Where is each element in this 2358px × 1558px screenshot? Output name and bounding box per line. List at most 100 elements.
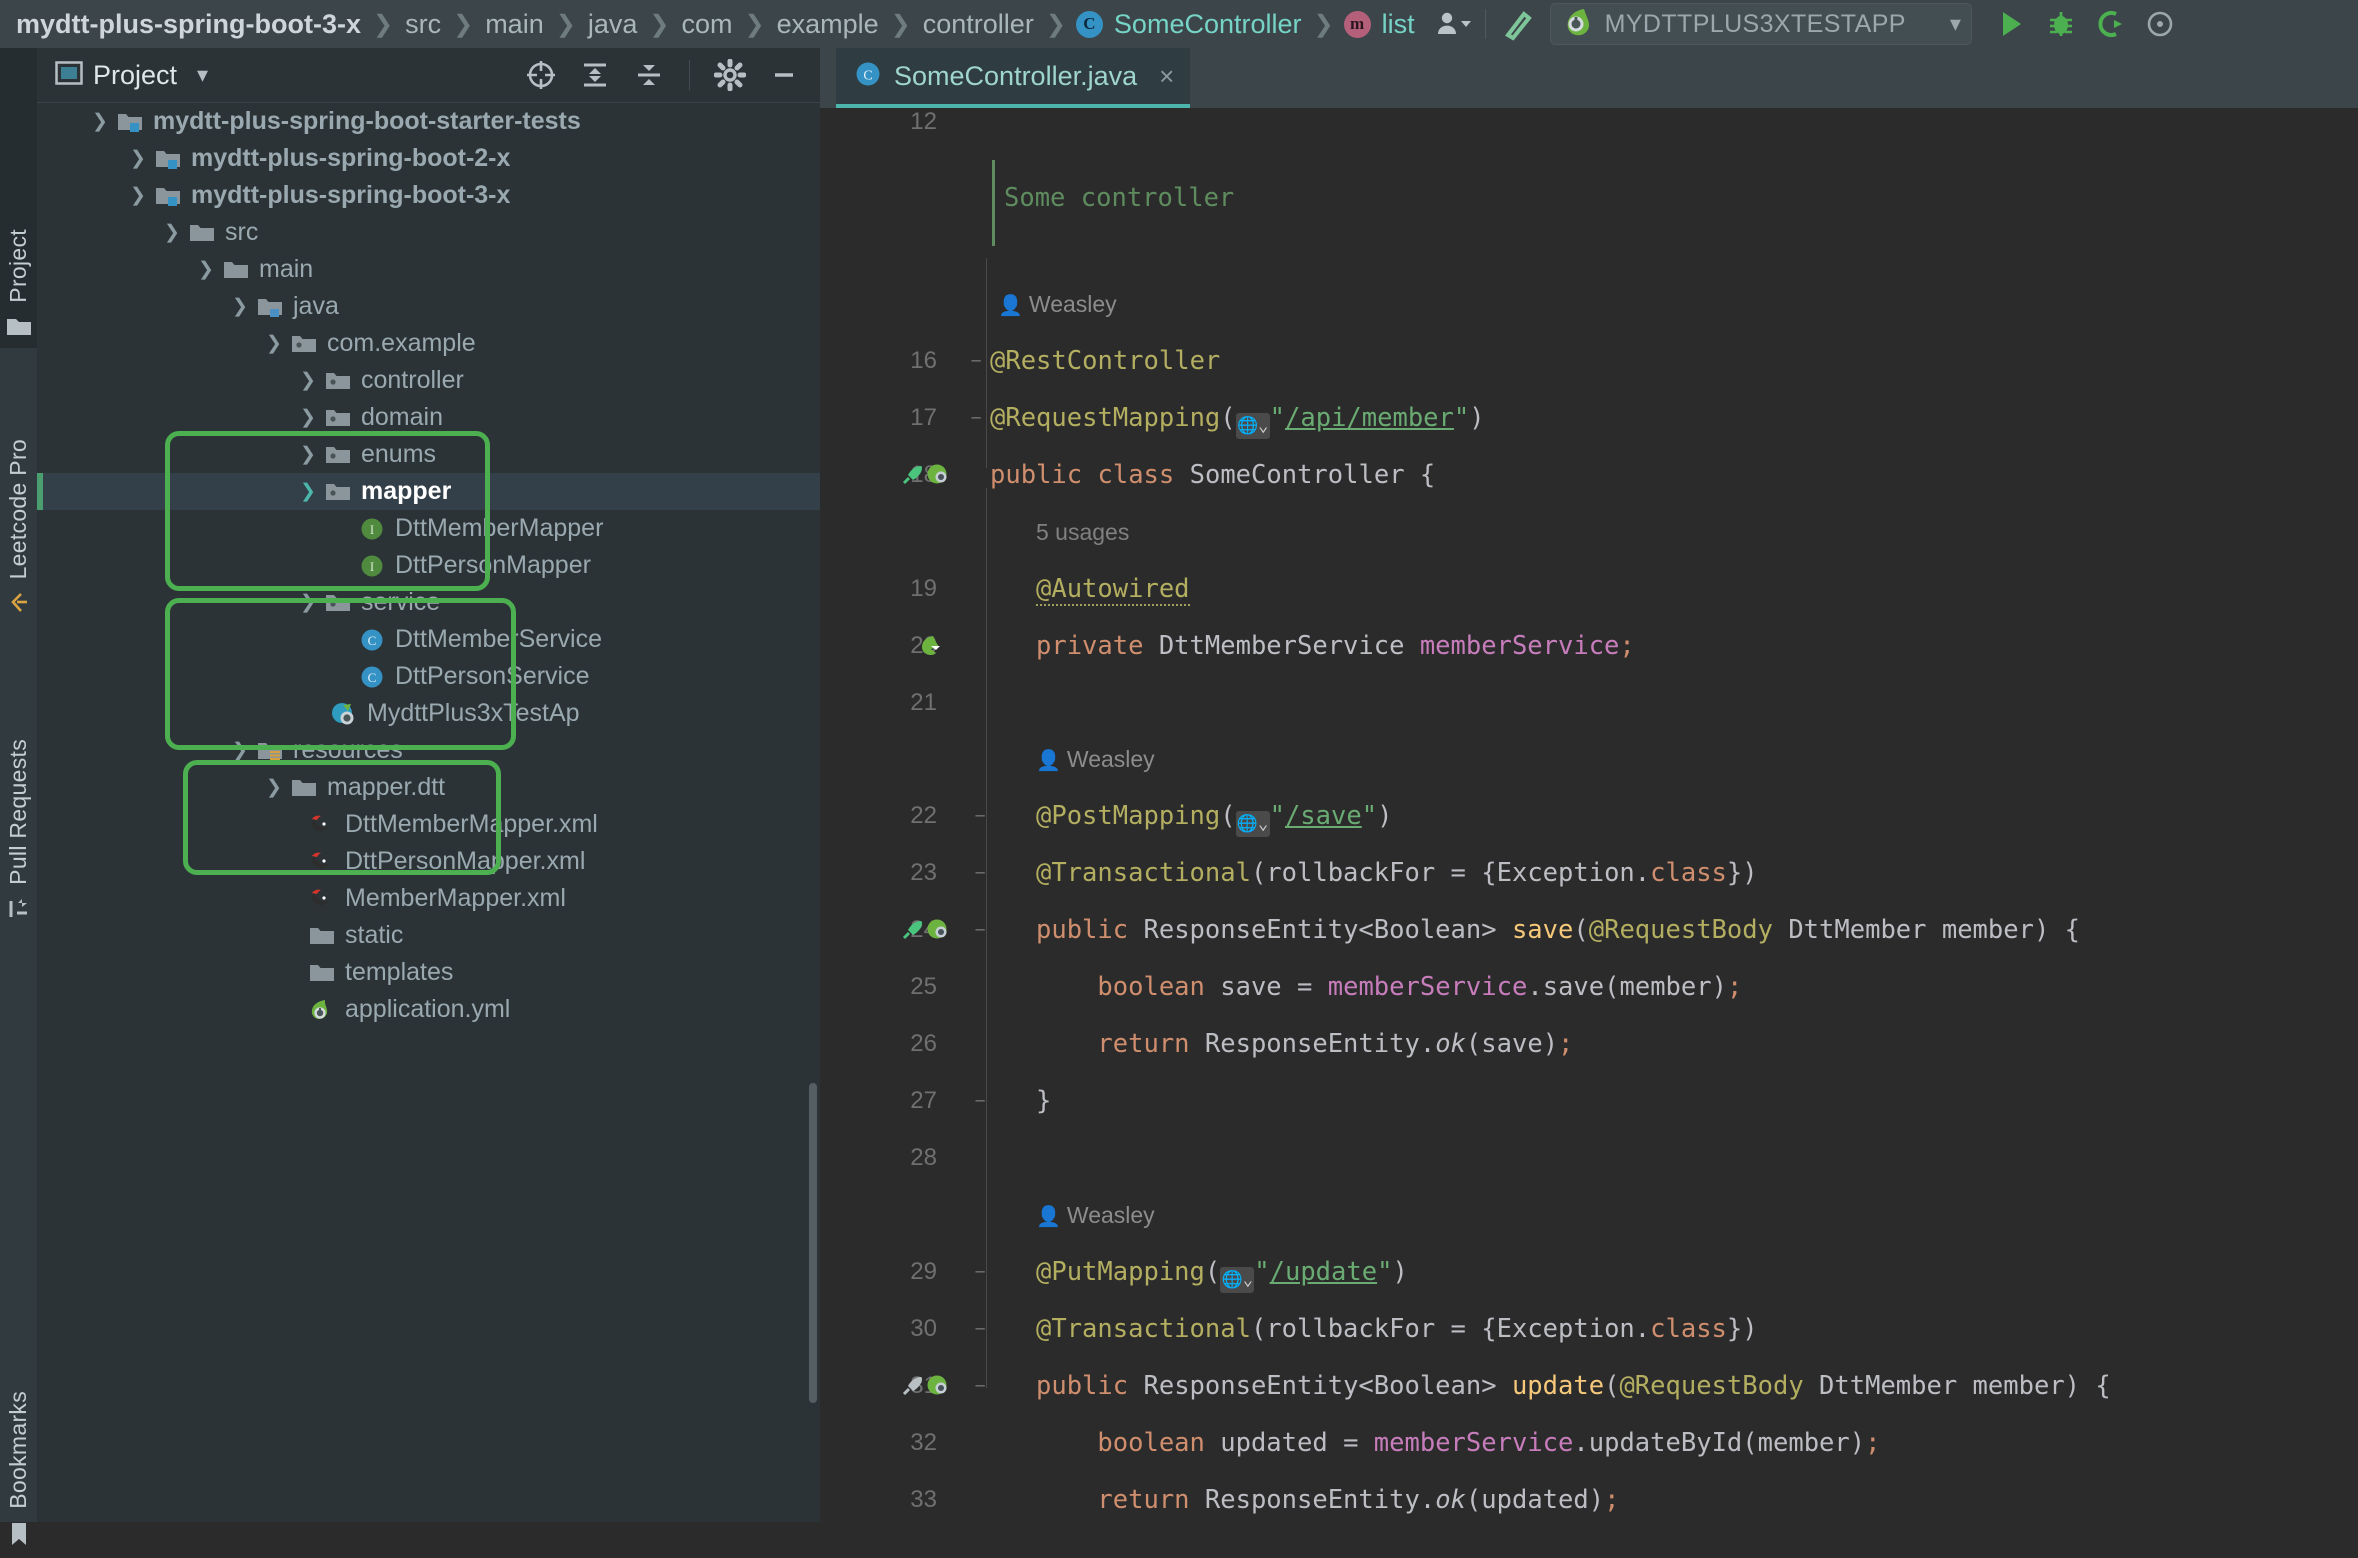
chevron-down-icon[interactable]: ❯	[193, 258, 219, 281]
chevron-down-icon[interactable]: ❯	[227, 739, 253, 762]
tree-node-dttpersonmapper-xml[interactable]: DttPersonMapper.xml	[37, 843, 820, 880]
breadcrumb-item-controller[interactable]: controller	[921, 9, 1036, 40]
chevron-down-icon[interactable]: ▾	[197, 62, 208, 88]
tree-node-application-yml[interactable]: application.yml	[37, 991, 820, 1028]
run-gutter-icon[interactable]	[900, 918, 926, 942]
folder-icon	[287, 777, 321, 799]
chevron-down-icon[interactable]: ❯	[87, 110, 113, 133]
collapse-all-icon[interactable]	[627, 53, 671, 97]
hide-panel-icon[interactable]	[762, 53, 806, 97]
spring-bean-gutter-icon[interactable]	[925, 918, 951, 942]
code-author-annotation: 👤Weasley	[998, 290, 1117, 318]
user-dropdown-icon[interactable]	[1435, 0, 1471, 48]
breadcrumb-item-class[interactable]: SomeController	[1112, 9, 1304, 40]
fold-toggle-icon[interactable]: ─	[970, 1319, 990, 1339]
fold-toggle-icon[interactable]: ─	[970, 863, 990, 883]
java-class-icon: C	[1076, 11, 1103, 38]
breadcrumb-item-src[interactable]: src	[403, 9, 443, 40]
breadcrumb-item-example[interactable]: example	[775, 9, 881, 40]
chevron-down-icon[interactable]: ❯	[227, 295, 253, 318]
tree-node-service[interactable]: ❯ service	[37, 584, 820, 621]
sidebar-item-leetcode-pro[interactable]: Leetcode Pro	[0, 354, 37, 626]
tree-node-dttmemberservice[interactable]: C DttMemberService	[37, 621, 820, 658]
fold-toggle-icon[interactable]: ─	[970, 920, 990, 940]
tree-node-dttmembermapper[interactable]: I DttMemberMapper	[37, 510, 820, 547]
run-play-icon[interactable]	[1986, 0, 2036, 48]
run-configuration-selector[interactable]: MYDTTPLUS3XTESTAPP ▾	[1550, 3, 1972, 45]
fold-toggle-icon[interactable]: ─	[970, 1091, 990, 1111]
tree-node-dttpersonmapper[interactable]: I DttPersonMapper	[37, 547, 820, 584]
chevron-down-icon[interactable]: ▾	[1918, 11, 1961, 37]
breadcrumb-item-method[interactable]: list	[1380, 9, 1417, 40]
spring-bean-gutter-icon[interactable]	[925, 1374, 951, 1398]
tab-somecontroller-java[interactable]: C SomeController.java ×	[836, 48, 1190, 108]
run-gutter-icon[interactable]	[900, 463, 926, 487]
tree-node-resources[interactable]: ❯ resources	[37, 732, 820, 769]
chevron-down-icon[interactable]: ❯	[261, 332, 287, 355]
close-icon[interactable]: ×	[1159, 61, 1174, 92]
debug-bug-icon[interactable]	[2036, 0, 2086, 48]
chevron-right-icon[interactable]: ❯	[295, 369, 321, 392]
tree-node-dttpersonservice[interactable]: C DttPersonService	[37, 658, 820, 695]
tree-node-mapper-dtt[interactable]: ❯ mapper.dtt	[37, 769, 820, 806]
spring-bean-gutter-icon[interactable]	[925, 463, 951, 487]
code-line-23: @Transactional(rollbackFor = {Exception.…	[1036, 859, 1758, 887]
breadcrumb-separator-icon: ❯	[649, 10, 669, 39]
breadcrumb-separator-icon: ❯	[1046, 10, 1066, 39]
fold-toggle-icon[interactable]: ─	[970, 806, 990, 826]
tree-node-com-example[interactable]: ❯ com.example	[37, 325, 820, 362]
breadcrumb-item-java[interactable]: java	[586, 9, 640, 40]
tree-node-label: MydttPlus3xTestAp	[367, 699, 580, 728]
code-line-16: @RestController	[990, 347, 1220, 375]
tree-node-controller[interactable]: ❯ controller	[37, 362, 820, 399]
code-line-30: @Transactional(rollbackFor = {Exception.…	[1036, 1315, 1758, 1343]
tree-node-module-root[interactable]: ❯ mydtt-plus-spring-boot-starter-tests	[37, 103, 820, 140]
tree-node-label: DttPersonService	[395, 662, 590, 691]
chevron-down-icon[interactable]: ❯	[125, 184, 151, 207]
tree-node-label: static	[345, 921, 403, 950]
spring-bean-gutter-icon[interactable]	[918, 634, 944, 658]
sidebar-item-pull-requests[interactable]: Pull Requests	[0, 632, 37, 932]
breadcrumb-item-main[interactable]: main	[483, 9, 546, 40]
tree-node-src[interactable]: ❯ src	[37, 214, 820, 251]
build-hammer-icon[interactable]	[1500, 0, 1536, 48]
tree-node-domain[interactable]: ❯ domain	[37, 399, 820, 436]
chevron-down-icon[interactable]: ❯	[261, 776, 287, 799]
more-options-icon[interactable]	[2136, 0, 2184, 48]
fold-toggle-icon[interactable]: ─	[966, 408, 986, 428]
run-with-coverage-icon[interactable]	[2086, 0, 2136, 48]
project-tree-scrollbar[interactable]	[809, 1083, 817, 1403]
chevron-right-icon[interactable]: ❯	[125, 147, 151, 170]
tree-node-enums[interactable]: ❯ enums	[37, 436, 820, 473]
fold-toggle-icon[interactable]: ─	[966, 351, 986, 371]
tree-node-static[interactable]: static	[37, 917, 820, 954]
tree-node-boot-2x[interactable]: ❯ mydtt-plus-spring-boot-2-x	[37, 140, 820, 177]
chevron-down-icon[interactable]: ❯	[295, 591, 321, 614]
expand-all-icon[interactable]	[573, 53, 617, 97]
sidebar-item-bookmarks[interactable]: Bookmarks	[0, 1318, 37, 1558]
chevron-down-icon[interactable]: ❯	[295, 480, 321, 503]
chevron-right-icon[interactable]: ❯	[295, 406, 321, 429]
settings-gear-icon[interactable]	[708, 53, 752, 97]
select-opened-file-icon[interactable]	[519, 53, 563, 97]
tree-node-java[interactable]: ❯ java	[37, 288, 820, 325]
tree-node-mydttplus3xtestap[interactable]: MydttPlus3xTestAp	[37, 695, 820, 732]
tree-node-dttmembermapper-xml[interactable]: DttMemberMapper.xml	[37, 806, 820, 843]
chevron-down-icon[interactable]: ❯	[159, 221, 185, 244]
breadcrumb-item-com[interactable]: com	[679, 9, 734, 40]
breadcrumb-item-module[interactable]: mydtt-plus-spring-boot-3-x	[14, 9, 363, 40]
tree-node-membermapper-xml[interactable]: MemberMapper.xml	[37, 880, 820, 917]
project-file-tree[interactable]: ❯ mydtt-plus-spring-boot-starter-tests ❯…	[37, 103, 820, 1522]
author-person-icon: 👤	[1036, 750, 1061, 772]
tree-node-main[interactable]: ❯ main	[37, 251, 820, 288]
fold-toggle-icon[interactable]: ─	[970, 1376, 990, 1396]
fold-toggle-icon[interactable]: ─	[970, 1262, 990, 1282]
tree-node-boot-3x[interactable]: ❯ mydtt-plus-spring-boot-3-x	[37, 177, 820, 214]
code-content[interactable]: 12 Some controller 👤Weasley 16 ─ @RestCo…	[820, 108, 2358, 1522]
sidebar-item-project[interactable]: Project	[0, 48, 37, 348]
chevron-right-icon[interactable]: ❯	[295, 443, 321, 466]
usages-hint[interactable]: 5 usages	[1036, 518, 1129, 546]
run-gutter-icon[interactable]	[900, 1374, 926, 1398]
tree-node-templates[interactable]: templates	[37, 954, 820, 991]
tree-node-mapper[interactable]: ❯ mapper	[37, 473, 820, 510]
